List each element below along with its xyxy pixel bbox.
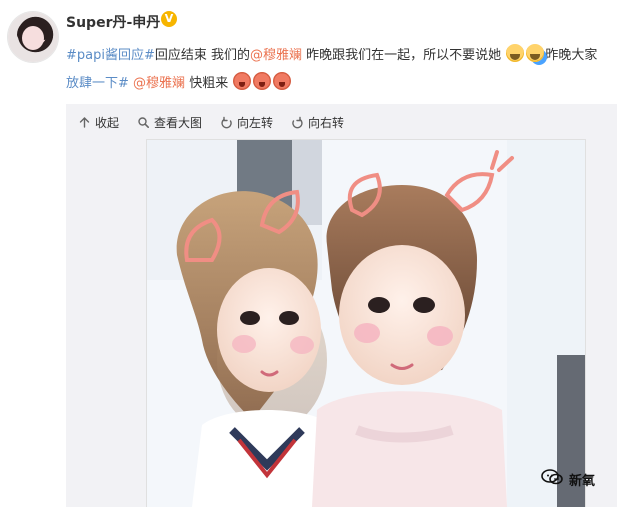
smile-emoji-icon <box>506 44 525 62</box>
post-text: 昨晚大家 <box>545 48 598 63</box>
post-text: 昨晚跟我们在一起，所以不要说她 <box>302 48 502 63</box>
smile-hands-emoji-icon <box>526 44 545 62</box>
avatar-face <box>22 26 44 50</box>
post-text-line-1: #papi酱回应#回应结束 我们的@穆雅斓 昨晚跟我们在一起，所以不要说她 昨晚… <box>66 44 597 63</box>
wechat-icon <box>541 468 563 490</box>
pig-emoji-icon <box>273 72 292 90</box>
hashtag-link[interactable]: 放肆一下# <box>66 76 129 91</box>
rotate-left-label: 向左转 <box>237 116 274 130</box>
image-panel: 收起 查看大图 向左转 向右转 <box>66 104 617 507</box>
pig-emoji-icon <box>253 72 272 90</box>
rotate-right-button[interactable]: 向右转 <box>291 114 344 131</box>
hashtag-link[interactable]: #papi酱回应# <box>66 48 155 63</box>
watermark: 新氧 <box>541 468 595 490</box>
view-large-button[interactable]: 查看大图 <box>137 114 202 131</box>
post-photo[interactable] <box>147 140 585 507</box>
collapse-button[interactable]: 收起 <box>78 114 119 131</box>
rotate-left-button[interactable]: 向左转 <box>220 114 273 131</box>
rotate-right-label: 向右转 <box>308 116 345 130</box>
collapse-label: 收起 <box>95 116 120 130</box>
rotate-right-icon <box>291 116 304 129</box>
magnifier-icon <box>137 116 150 129</box>
post-text-line-2: 放肆一下# @穆雅斓 快粗来 <box>66 72 292 91</box>
verified-badge-icon: V <box>161 11 177 27</box>
arrow-up-icon <box>78 116 91 129</box>
mention-link[interactable]: @穆雅斓 <box>250 48 302 63</box>
watermark-text: 新氧 <box>569 473 596 489</box>
post-text: 快粗来 <box>185 76 229 91</box>
rotate-left-icon <box>220 116 233 129</box>
view-large-label: 查看大图 <box>154 116 203 130</box>
post-text: 回应结束 我们的 <box>154 48 251 63</box>
photo-illustration <box>147 140 585 507</box>
image-toolbar: 收起 查看大图 向左转 向右转 <box>78 114 344 131</box>
avatar[interactable] <box>8 12 58 62</box>
username[interactable]: Super丹-申丹 <box>66 12 160 32</box>
pig-emoji-icon <box>233 72 252 90</box>
mention-link[interactable]: @穆雅斓 <box>133 76 185 91</box>
